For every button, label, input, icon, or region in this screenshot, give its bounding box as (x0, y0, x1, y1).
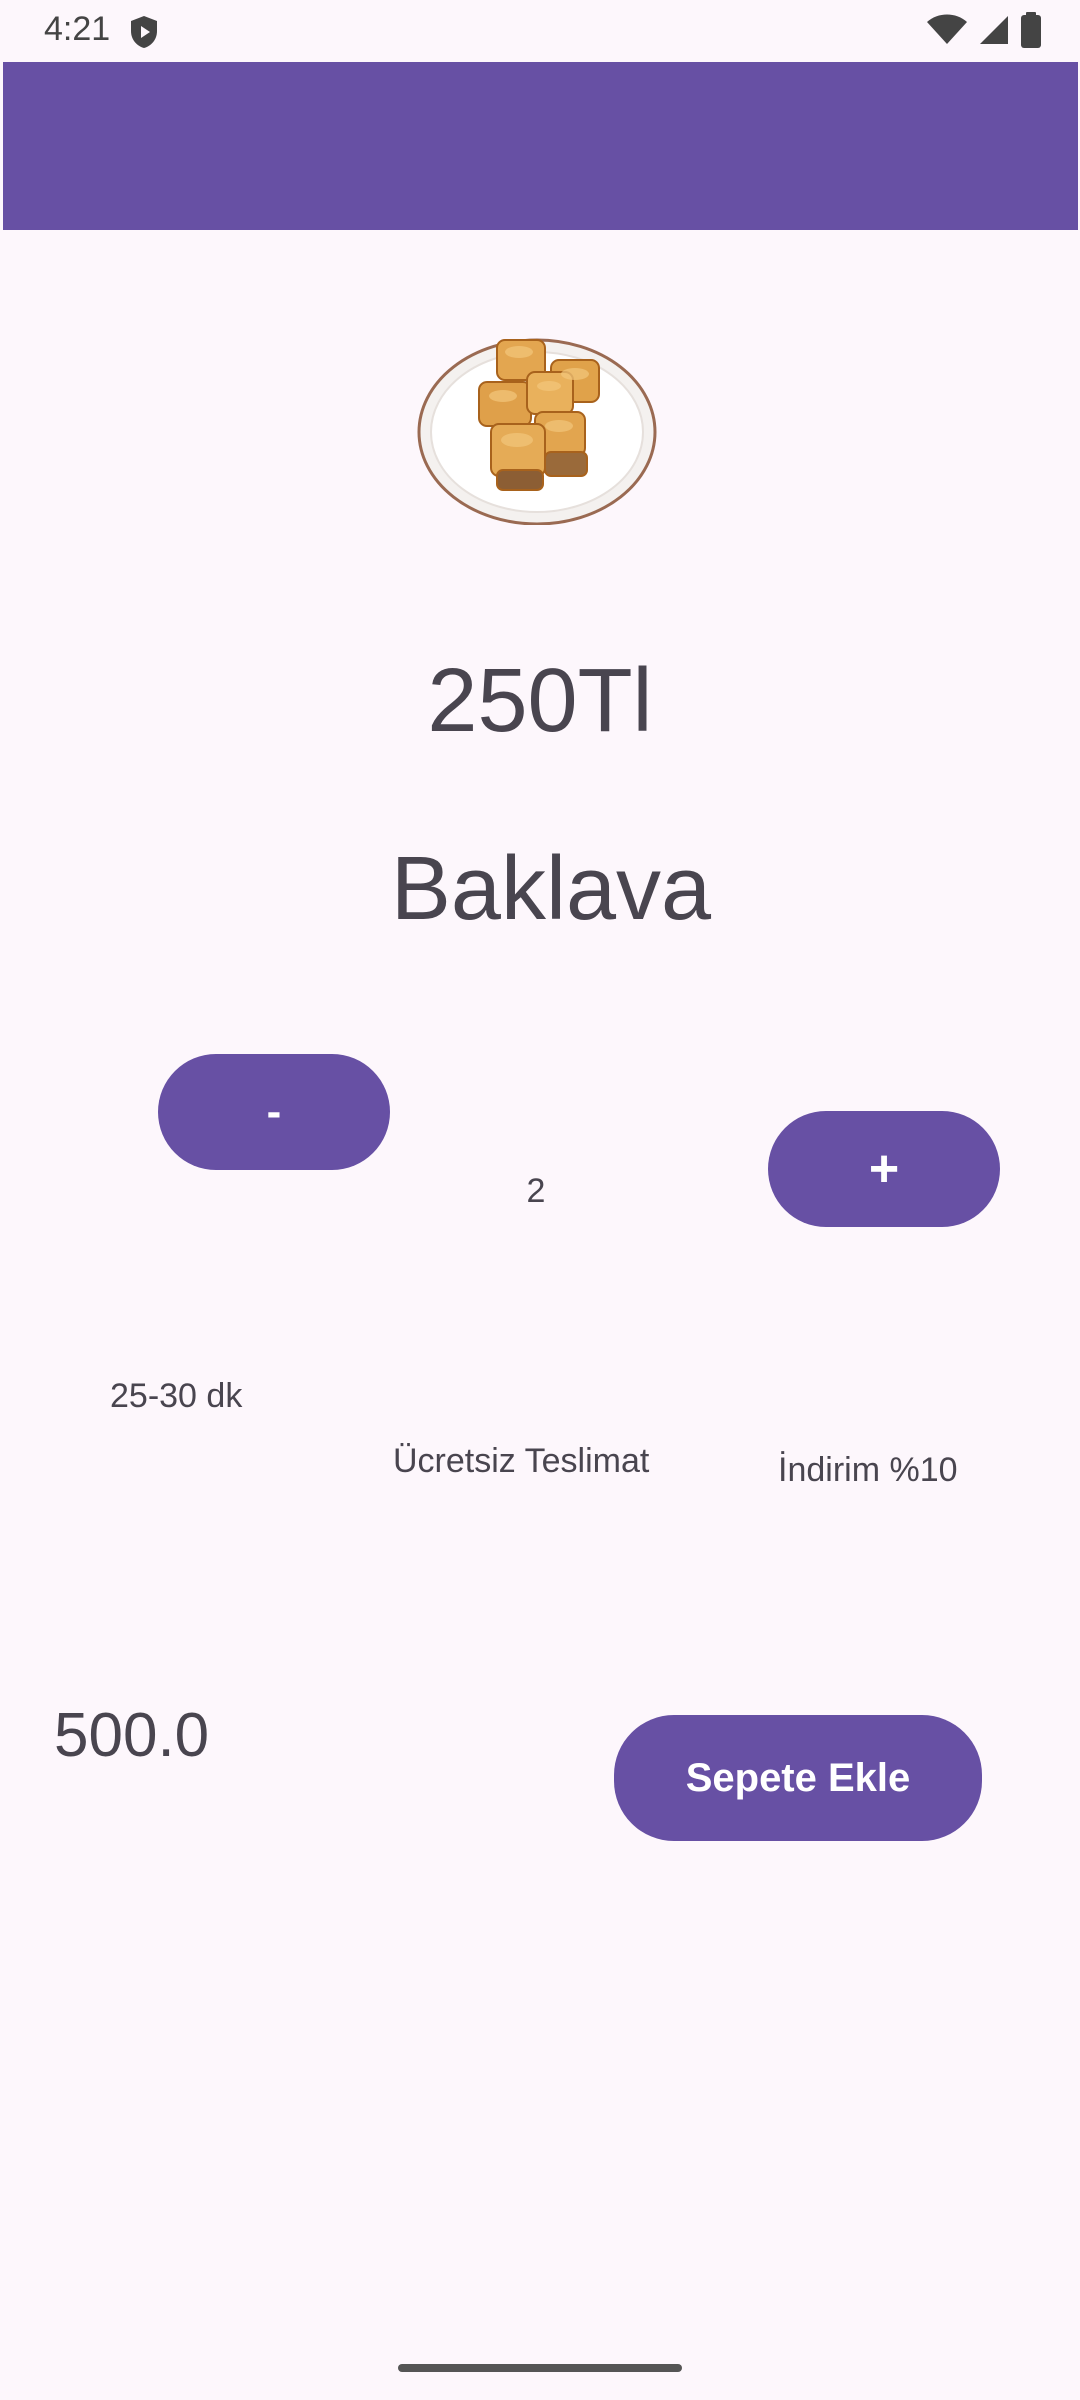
decrease-quantity-button[interactable]: - (158, 1054, 390, 1170)
product-name-container: Baklava (0, 838, 1080, 941)
status-bar: 4:21 (0, 0, 1080, 62)
product-price: 250Tl (427, 651, 653, 751)
discount-label: İndirim %10 (778, 1451, 958, 1489)
shield-icon (131, 16, 157, 48)
battery-icon (1021, 12, 1041, 48)
add-to-cart-button[interactable]: Sepete Ekle (614, 1715, 982, 1841)
product-name: Baklava (390, 839, 712, 939)
quantity-value: 2 (526, 1172, 546, 1210)
status-icons (926, 12, 1042, 48)
increase-quantity-button[interactable]: + (768, 1111, 1000, 1227)
delivery-time-label: 25-30 dk (110, 1377, 243, 1415)
signal-icon (980, 16, 1008, 44)
app-bar (3, 62, 1078, 230)
product-detail-screen: 4:21 250Tl Baklava - 2 + 25-30 dk Ücrets… (0, 0, 1080, 2400)
total-price: 500.0 (54, 1701, 210, 1770)
home-indicator[interactable] (398, 2364, 682, 2372)
status-time: 4:21 (44, 10, 111, 48)
baklava-image (417, 338, 657, 525)
wifi-icon (927, 14, 967, 44)
free-delivery-label: Ücretsiz Teslimat (393, 1442, 650, 1480)
